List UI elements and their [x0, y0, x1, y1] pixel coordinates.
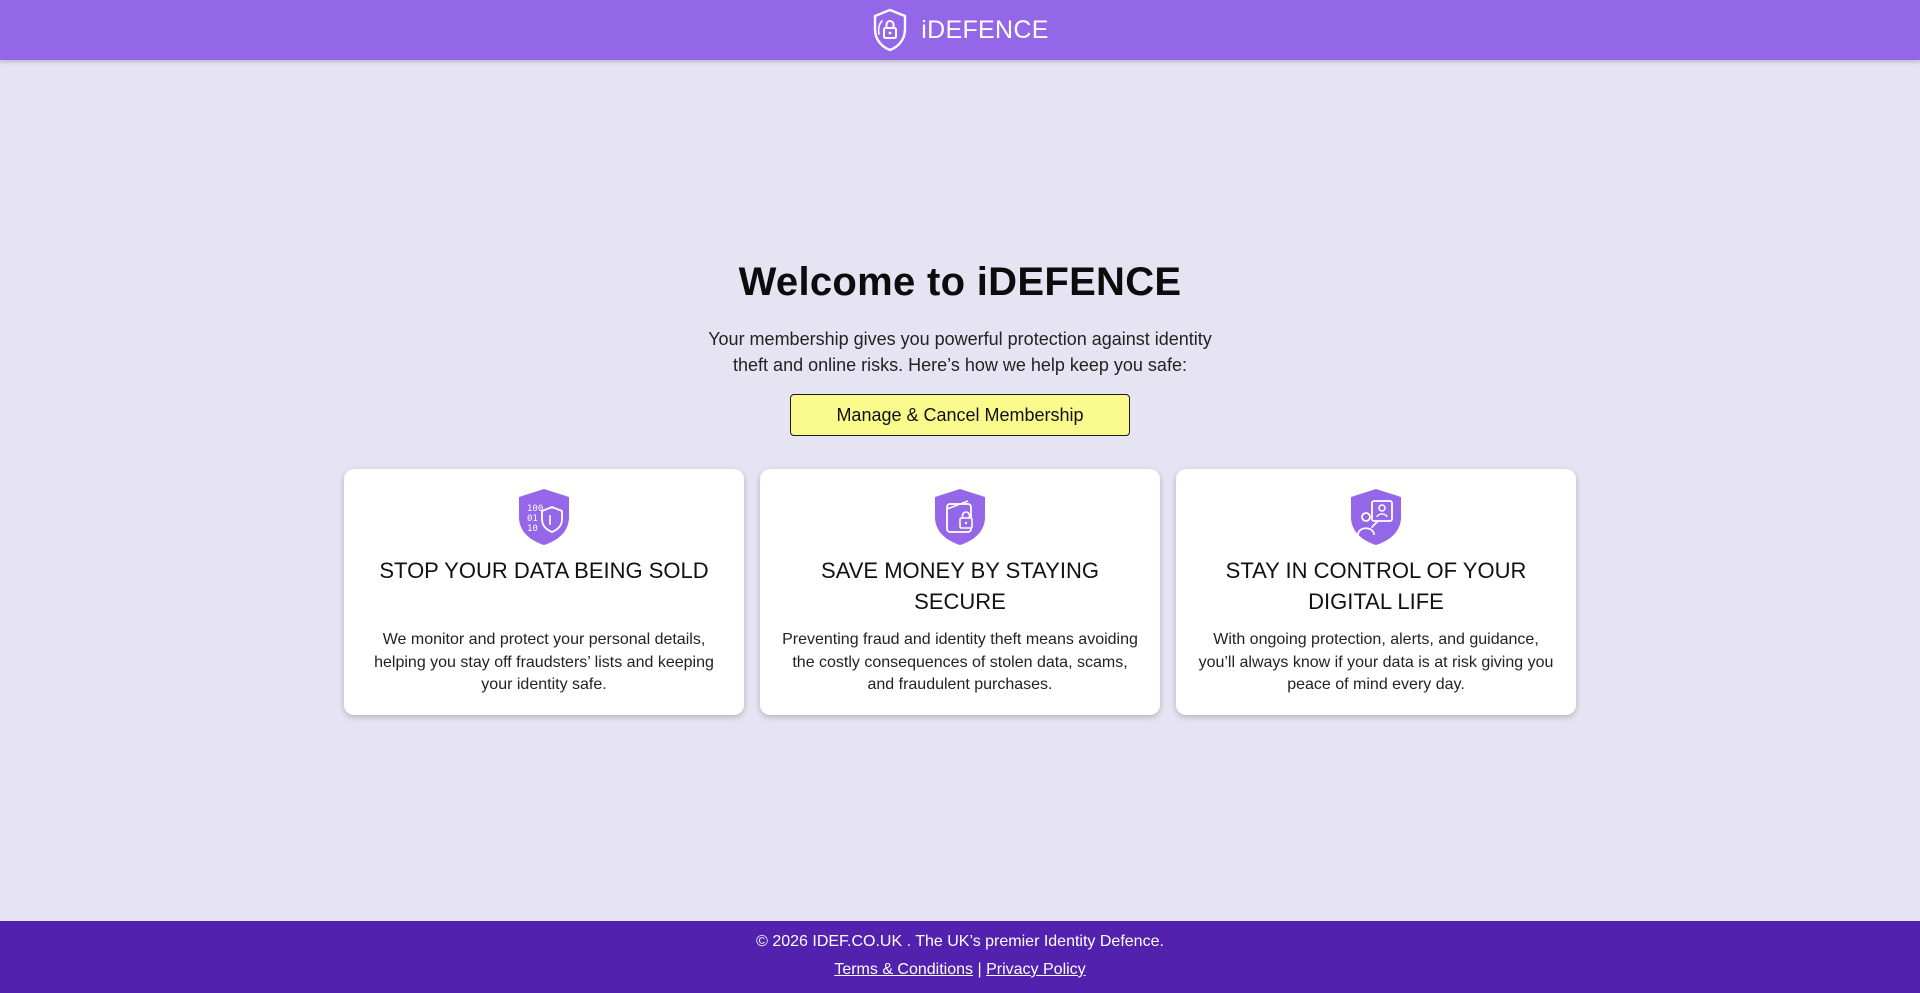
- hero-lead-text: Your membership gives you powerful prote…: [708, 329, 1212, 375]
- brand-home-link[interactable]: iDEFENCE: [871, 7, 1048, 53]
- feature-card-title: SAVE MONEY BY STAYING SECURE: [821, 558, 1099, 614]
- feature-card-control: STAY IN CONTROL OF YOUR DIGITAL LIFE Wit…: [1176, 469, 1576, 715]
- feature-card-title: STOP YOUR DATA BEING SOLD: [379, 558, 709, 583]
- privacy-link[interactable]: Privacy Policy: [986, 961, 1086, 978]
- feature-card-money: SAVE MONEY BY STAYING SECURE Preventing …: [760, 469, 1160, 715]
- footer-separator: |: [977, 961, 982, 978]
- terms-link[interactable]: Terms & Conditions: [834, 961, 973, 978]
- site-header: iDEFENCE: [0, 0, 1920, 60]
- feature-cards: 100 01 10 STOP YOUR DATA BEING SOLD We m…: [344, 469, 1576, 715]
- page-title: Welcome to iDEFENCE: [738, 260, 1182, 304]
- user-screen-icon: [1351, 489, 1401, 545]
- feature-card-title: STAY IN CONTROL OF YOUR DIGITAL LIFE: [1225, 558, 1527, 614]
- shield-lock-logo-icon: [874, 8, 907, 52]
- data-shield-icon: 100 01 10: [519, 489, 569, 545]
- site-footer: © 2026 IDEF.CO.UK . The UK’s premier Ide…: [0, 921, 1920, 993]
- svg-text:100: 100: [527, 504, 543, 514]
- svg-text:10: 10: [527, 524, 538, 534]
- footer-copyright: © 2026 IDEF.CO.UK . The UK’s premier Ide…: [756, 933, 1164, 950]
- svg-text:01: 01: [527, 514, 538, 524]
- brand-name: iDEFENCE: [921, 15, 1049, 44]
- footer-links: Terms & Conditions | Privacy Policy: [0, 960, 1920, 980]
- feature-card-text: With ongoing protection, alerts, and gui…: [1198, 631, 1554, 693]
- manage-cancel-membership-button[interactable]: Manage & Cancel Membership: [790, 394, 1130, 436]
- feature-card-text: Preventing fraud and identity theft mean…: [782, 631, 1138, 693]
- wallet-lock-icon: [935, 489, 985, 545]
- feature-card-data: 100 01 10 STOP YOUR DATA BEING SOLD We m…: [344, 469, 744, 715]
- feature-card-text: We monitor and protect your personal det…: [374, 631, 714, 693]
- hero-section: Welcome to iDEFENCE Your membership give…: [0, 258, 1920, 436]
